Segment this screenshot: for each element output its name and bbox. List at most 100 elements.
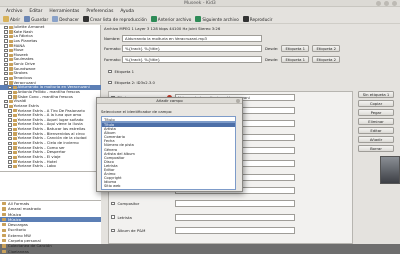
format2-label: Formato: <box>104 57 121 62</box>
side-button-borrar[interactable]: Borrar <box>358 145 394 152</box>
menu-bar: Archivo Editar Herramientas Preferencias Ayu… <box>0 7 400 15</box>
audio-file-icon <box>12 86 17 90</box>
side-button-pegar[interactable]: Pegar <box>358 109 394 116</box>
folder-icon <box>3 16 9 22</box>
tree-checkbox[interactable] <box>8 146 12 150</box>
undo-icon <box>52 16 59 22</box>
name-input[interactable]: Aldurrando la molturia en Veracruzani.mp… <box>122 35 262 42</box>
tree-checkbox[interactable] <box>4 48 8 53</box>
folder-icon <box>2 239 6 243</box>
menu-archivo[interactable]: Archivo <box>6 9 22 14</box>
minimize-button[interactable] <box>376 1 381 6</box>
toolbar-playlist-button[interactable]: Crear lista de reproducción <box>83 16 147 22</box>
places-item[interactable]: Cioelaneas <box>0 249 101 254</box>
tag-field-row[interactable]: Compositor <box>111 200 351 208</box>
tree-checkbox[interactable] <box>4 30 8 34</box>
tree-checkbox[interactable] <box>8 141 12 146</box>
field-checkbox[interactable] <box>111 201 115 206</box>
side-button-sin-etiqueta-1[interactable]: Sin etiqueta 1 <box>358 91 394 98</box>
tree-checkbox[interactable] <box>4 34 8 39</box>
side-button-eliminar[interactable]: Eliminar <box>358 118 394 125</box>
play-icon <box>242 16 249 22</box>
tree-checkbox[interactable] <box>4 71 8 76</box>
field-id-option[interactable]: Conjunto <box>102 189 235 190</box>
field-value[interactable] <box>174 213 295 221</box>
menu-herramientas[interactable]: Herramientas <box>49 9 79 14</box>
toolbar-save-button[interactable]: Guardar <box>24 16 48 22</box>
format1-input[interactable]: %{track} %{title} <box>122 45 262 52</box>
side-button-copiar[interactable]: Copiar <box>358 100 394 107</box>
dialog-close-button[interactable] <box>236 99 240 103</box>
tree-checkbox[interactable] <box>8 164 12 169</box>
tree-checkbox[interactable] <box>4 53 8 57</box>
tree-checkbox[interactable] <box>8 160 12 164</box>
tree-checkbox[interactable] <box>8 90 12 95</box>
menu-preferencias[interactable]: Preferencias <box>86 9 113 14</box>
field-checkbox[interactable] <box>111 228 115 233</box>
tree-checkbox[interactable] <box>8 123 12 127</box>
dialog-title: Añadir campo <box>97 98 242 104</box>
tag2-checkbox[interactable] <box>108 80 112 85</box>
tree-checkbox[interactable] <box>8 155 12 159</box>
field-checkbox[interactable] <box>111 215 115 219</box>
format2-row: Formato: %{track} %{title} Desde: Etique… <box>104 56 341 63</box>
tree-checkbox[interactable] <box>8 150 12 155</box>
folder-icon <box>8 53 13 57</box>
format2-input[interactable]: %{track} %{title} <box>122 56 262 63</box>
field-value[interactable] <box>174 200 295 208</box>
tree-checkbox[interactable] <box>8 95 12 99</box>
from-tag1-button[interactable]: Etiqueta 1 <box>281 45 310 52</box>
side-button-editar[interactable]: Editar <box>358 127 394 134</box>
tree-item[interactable]: Yoriane Estris - Lobo <box>0 164 101 169</box>
maximize-button[interactable] <box>384 1 389 6</box>
field-name: Compositor <box>117 201 140 207</box>
tree-checkbox[interactable] <box>8 113 12 118</box>
tree-checkbox[interactable] <box>4 44 8 48</box>
places-item-label: Cioelaneas <box>8 248 29 254</box>
tag1-checkbox[interactable] <box>108 69 112 74</box>
tag-field-row[interactable]: Letrista <box>111 213 351 221</box>
places-list[interactable]: All Formats Amaral mostrado Música Música De… <box>0 200 101 254</box>
side-button-añadir[interactable]: Añadir <box>358 136 394 143</box>
close-button[interactable] <box>392 1 397 6</box>
tree-checkbox[interactable] <box>4 67 8 71</box>
tree-checkbox[interactable] <box>4 39 8 43</box>
tree-checkbox[interactable] <box>8 109 12 113</box>
field-id-dropdown-list[interactable]: Título Artista Álbum Comentario Fecha Número … <box>101 122 236 190</box>
tree-checkbox[interactable] <box>8 136 12 141</box>
tree-checkbox[interactable] <box>8 85 12 90</box>
folder-icon <box>2 202 6 206</box>
tree-checkbox[interactable] <box>4 81 8 85</box>
tree-checkbox[interactable] <box>4 99 8 104</box>
toolbar-undo-button[interactable]: Deshacer <box>52 16 79 22</box>
menu-ayuda[interactable]: Ayuda <box>120 9 134 14</box>
toolbar-folder-button[interactable]: Abrir <box>3 16 20 22</box>
toolbar-previous-button[interactable]: Anterior archivo <box>150 16 191 22</box>
field-value[interactable] <box>174 226 295 234</box>
tree-checkbox[interactable] <box>4 76 8 81</box>
from-tag2-button[interactable]: Etiqueta 2 <box>312 45 341 52</box>
tree-checkbox[interactable] <box>4 104 8 108</box>
toolbar-play-button[interactable]: Reproducir <box>242 16 272 22</box>
tree-checkbox[interactable] <box>4 62 8 67</box>
folder-icon <box>2 244 6 248</box>
tree-checkbox[interactable] <box>8 132 12 136</box>
tree-checkbox[interactable] <box>4 58 8 62</box>
field-name: Álbum de P&M <box>117 227 146 233</box>
toolbar-label: Crear lista de reproducción <box>90 16 147 22</box>
folder-icon <box>8 72 13 76</box>
tag1-section-label: Etiqueta 1 <box>114 69 135 74</box>
to-tag1-button[interactable]: Etiqueta 1 <box>281 56 310 63</box>
to-tag2-button[interactable]: Etiqueta 2 <box>312 56 341 63</box>
tag2-section-label: Etiqueta 2: ID3v2.3.0 <box>114 80 155 85</box>
menu-editar[interactable]: Editar <box>29 9 42 14</box>
folder-icon <box>8 62 13 67</box>
tree-checkbox[interactable] <box>4 25 8 30</box>
toolbar-next-button[interactable]: Siguiente archivo <box>195 16 239 22</box>
toolbar-label: Abrir <box>10 16 21 22</box>
file-tree[interactable]: Juliette Armanet Kate Nash La Fábrica Los P… <box>0 25 101 170</box>
folder-icon <box>8 48 13 53</box>
tree-checkbox[interactable] <box>8 118 12 122</box>
tree-checkbox[interactable] <box>8 127 12 132</box>
tag-field-row[interactable]: Álbum de P&M <box>111 226 351 234</box>
